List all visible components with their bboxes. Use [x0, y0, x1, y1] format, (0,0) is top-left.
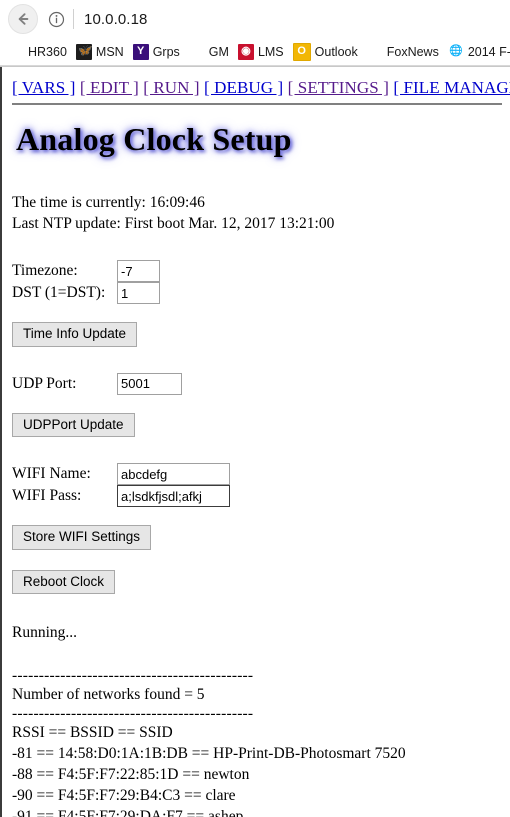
wifi-button-row: Store WIFI Settings: [12, 525, 502, 550]
network-table-header: RSSI == BSSID == SSID: [12, 724, 173, 741]
page-title: Analog Clock Setup: [16, 121, 292, 157]
reboot-button-row: Reboot Clock: [12, 569, 502, 594]
bookmark-label: GM: [208, 44, 229, 59]
nav-link-file-manager[interactable]: [ FILE MANAGER ]: [393, 78, 510, 97]
network-row: -91 == F4:5F:F7:29:DA:F7 == ashep: [12, 808, 244, 817]
udp-port-label: UDP Port:: [12, 374, 77, 392]
timezone-row: Timezone:: [12, 260, 502, 282]
bookmark-label: 2014 F-150: [467, 44, 510, 59]
wifi-pass-input[interactable]: [117, 485, 230, 507]
nav-link-debug[interactable]: [ DEBUG ]: [204, 78, 283, 97]
wifi-name-input[interactable]: [117, 463, 230, 485]
header-divider: [12, 103, 502, 105]
udp-port-row: UDP Port:: [12, 372, 502, 395]
bookmark-foxnews[interactable]: ╱ FoxNews: [366, 43, 439, 60]
udp-port-update-button[interactable]: UDPPort Update: [12, 412, 135, 437]
divider-line-bottom: ----------------------------------------…: [12, 705, 254, 722]
bookmark-lms[interactable]: ◉ LMS: [237, 43, 284, 60]
nav-link-run[interactable]: [ RUN ]: [143, 78, 199, 97]
wifi-name-label: WIFI Name:: [12, 465, 91, 482]
hr360-icon: 360: [8, 43, 24, 60]
bookmarks-bar: 360 HR360 🦋 MSN Y Grps M GM ◉ LMS O Outl…: [0, 38, 510, 66]
store-wifi-settings-button[interactable]: Store WIFI Settings: [12, 525, 152, 550]
time-info-update-button[interactable]: Time Info Update: [12, 322, 138, 347]
bookmark-grps[interactable]: Y Grps: [132, 43, 180, 60]
bookmark-label: MSN: [95, 44, 124, 59]
network-row: -81 == 14:58:D0:1A:1B:DB == HP-Print-DB-…: [12, 745, 406, 762]
bookmark-hr360[interactable]: 360 HR360: [8, 43, 67, 60]
bookmark-msn[interactable]: 🦋 MSN: [75, 43, 124, 60]
time-info-button-row: Time Info Update: [12, 322, 502, 347]
wifi-pass-row: WIFI Pass:: [12, 485, 502, 507]
last-ntp-line: Last NTP update: First boot Mar. 12, 201…: [12, 215, 335, 232]
wifi-pass-label: WIFI Pass:: [12, 487, 82, 504]
running-status-text: Running...: [12, 624, 78, 641]
bookmark-label: FoxNews: [386, 44, 439, 59]
yahoo-groups-icon: Y: [132, 43, 149, 60]
dst-input[interactable]: [117, 282, 160, 304]
wifi-name-row: WIFI Name:: [12, 463, 502, 485]
gmail-icon: M: [188, 43, 205, 60]
udp-button-row: UDPPort Update: [12, 412, 502, 437]
bookmark-2014-f-150[interactable]: 🌐 2014 F-150: [447, 43, 510, 60]
lms-icon: ◉: [237, 43, 254, 60]
page-content: [ VARS ] [ EDIT ] [ RUN ] [ DEBUG ] [ SE…: [0, 67, 510, 817]
globe-icon: 🌐: [447, 43, 464, 60]
bookmark-label: Outlook: [314, 44, 358, 59]
bookmark-label: HR360: [28, 44, 67, 59]
dst-row: DST (1=DST):: [12, 282, 502, 304]
info-circle-icon[interactable]: [46, 9, 66, 29]
timezone-input[interactable]: [117, 260, 160, 282]
nav-link-edit[interactable]: [ EDIT ]: [80, 78, 139, 97]
address-bar-url[interactable]: 10.0.0.18: [84, 11, 147, 28]
bookmark-label: LMS: [257, 44, 284, 59]
bookmark-label: Grps: [152, 44, 180, 59]
msn-icon: 🦋: [75, 43, 92, 60]
url-separator: [73, 9, 74, 29]
reboot-clock-button[interactable]: Reboot Clock: [12, 569, 116, 594]
network-row: -90 == F4:5F:F7:29:B4:C3 == clare: [12, 787, 236, 804]
network-row: -88 == F4:5F:F7:22:85:1D == newton: [12, 766, 250, 783]
nav-link-settings[interactable]: [ SETTINGS ]: [288, 78, 389, 97]
network-count-line: Number of networks found = 5: [12, 686, 205, 703]
nav-links: [ VARS ] [ EDIT ] [ RUN ] [ DEBUG ] [ SE…: [12, 77, 510, 99]
browser-toolbar: 10.0.0.18: [0, 0, 510, 38]
current-time-line: The time is currently: 16:09:46: [12, 194, 205, 211]
time-status-block: The time is currently: 16:09:46 Last NTP…: [12, 192, 502, 234]
foxnews-icon: ╱: [366, 43, 383, 60]
udp-port-form: UDP Port: UDPPort Update: [12, 372, 502, 437]
networks-list: ----------------------------------------…: [12, 667, 502, 817]
outlook-icon: O: [292, 42, 311, 61]
nav-link-vars[interactable]: [ VARS ]: [12, 78, 75, 97]
bookmark-outlook[interactable]: O Outlook: [292, 42, 358, 61]
dst-label: DST (1=DST):: [12, 284, 106, 301]
divider-line-top: ----------------------------------------…: [12, 667, 254, 684]
back-arrow-icon[interactable]: [8, 4, 38, 34]
browser-chrome: 10.0.0.18 360 HR360 🦋 MSN Y Grps M GM ◉ …: [0, 0, 510, 67]
time-info-form: Timezone: DST (1=DST): Time Info Update: [12, 260, 502, 347]
udp-port-input[interactable]: [117, 372, 182, 395]
timezone-label: Timezone:: [12, 262, 78, 279]
wifi-settings-form: WIFI Name: WIFI Pass: Store WIFI Setting…: [12, 463, 502, 550]
bookmark-gm[interactable]: M GM: [188, 43, 229, 60]
